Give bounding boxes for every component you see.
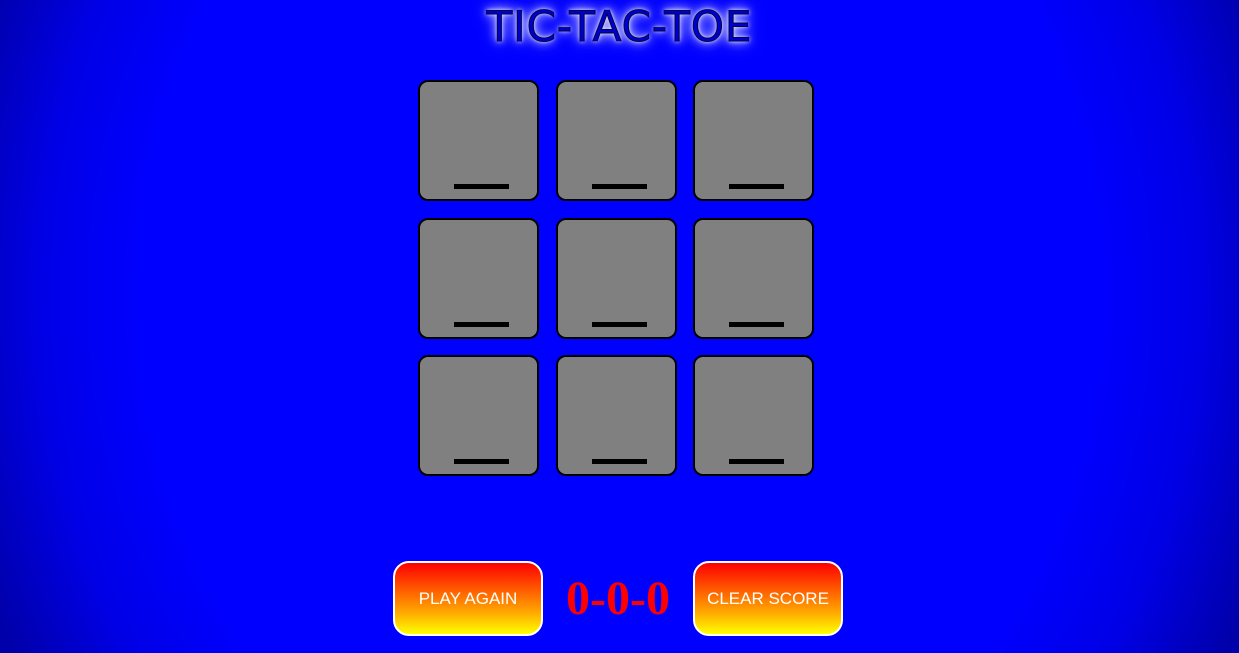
cell-mark: _ — [729, 322, 784, 327]
cell-mark: _ — [454, 459, 509, 464]
board-cell-8[interactable]: _ — [556, 355, 677, 476]
cell-mark: _ — [592, 459, 647, 464]
board-cell-2[interactable]: _ — [556, 80, 677, 201]
clear-score-button[interactable]: CLEAR SCORE — [693, 561, 843, 636]
cell-mark: _ — [592, 322, 647, 327]
game-board: _ _ _ _ _ _ _ _ _ — [418, 80, 818, 480]
board-cell-7[interactable]: _ — [418, 355, 539, 476]
board-cell-1[interactable]: _ — [418, 80, 539, 201]
cell-mark: _ — [729, 184, 784, 189]
cell-mark: _ — [454, 184, 509, 189]
cell-mark: _ — [729, 459, 784, 464]
cell-mark: _ — [592, 184, 647, 189]
score-display: 0-0-0 — [566, 572, 670, 625]
game-title: TIC-TAC-TOE — [486, 2, 753, 52]
board-cell-9[interactable]: _ — [693, 355, 814, 476]
board-cell-4[interactable]: _ — [418, 218, 539, 339]
play-again-button[interactable]: PLAY AGAIN — [393, 561, 543, 636]
board-cell-5[interactable]: _ — [556, 218, 677, 339]
cell-mark: _ — [454, 322, 509, 327]
board-cell-6[interactable]: _ — [693, 218, 814, 339]
board-cell-3[interactable]: _ — [693, 80, 814, 201]
